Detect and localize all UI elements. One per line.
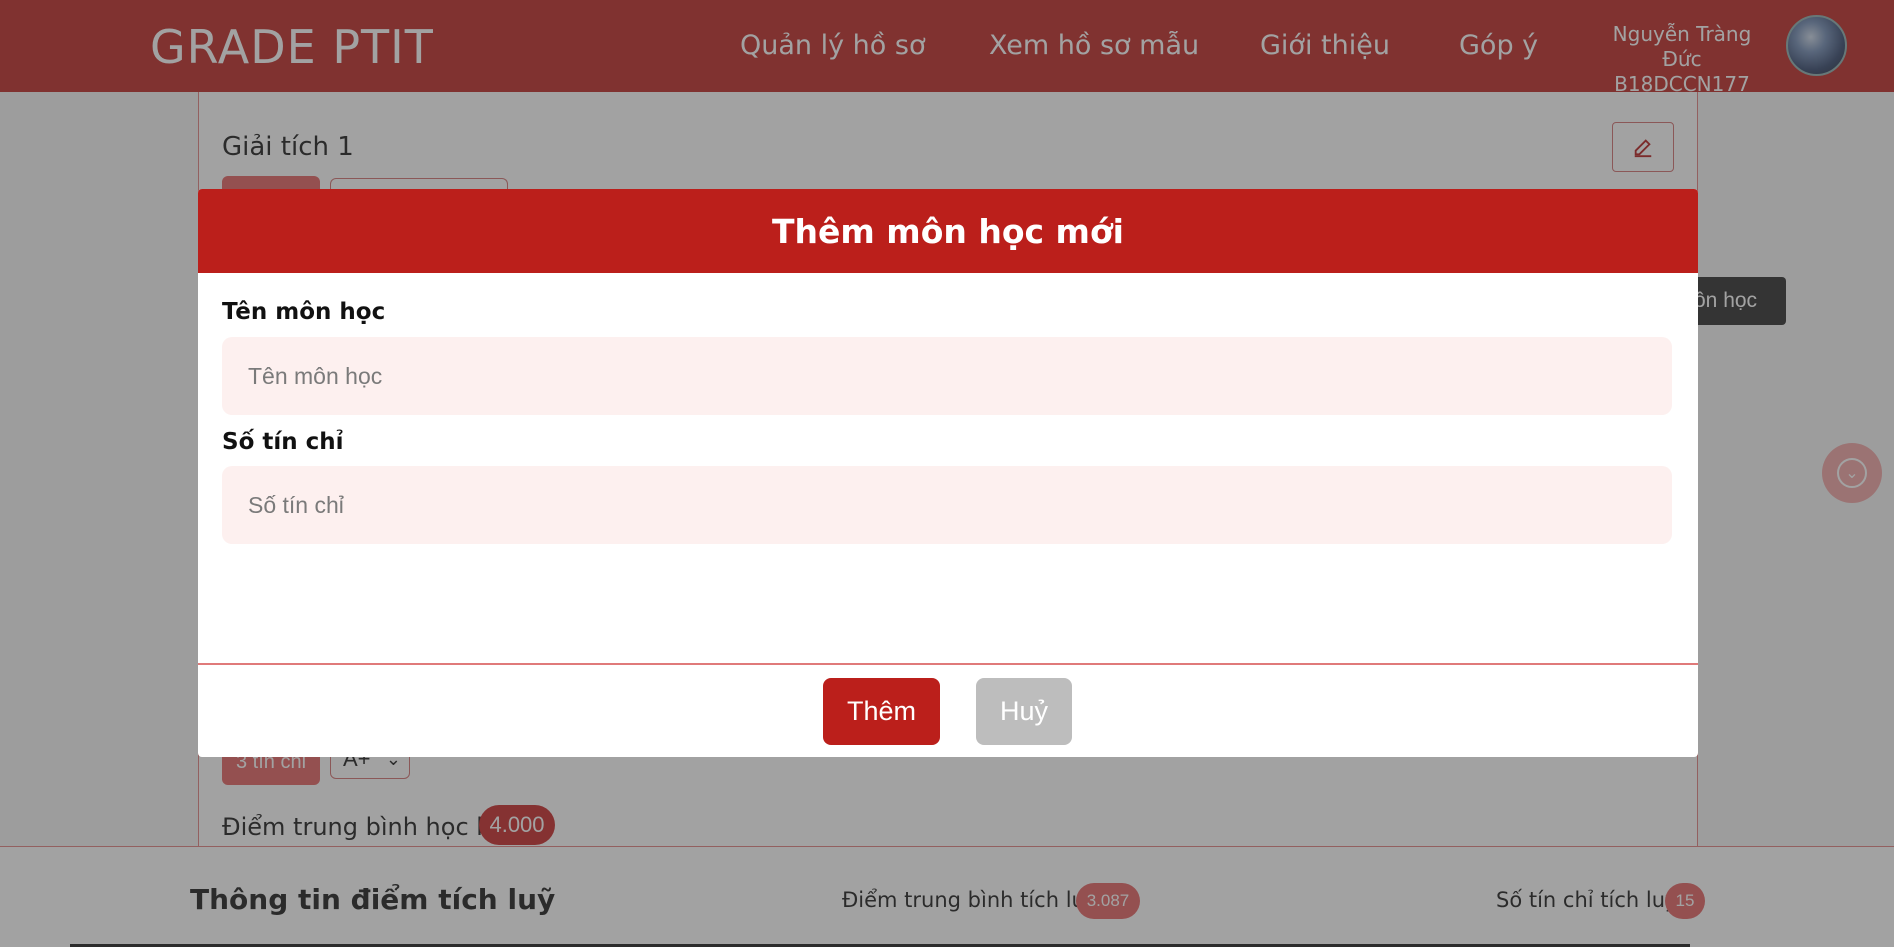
add-button[interactable]: Thêm [823, 678, 940, 745]
modal-title: Thêm môn học mới [772, 211, 1124, 251]
modal-divider [198, 663, 1698, 665]
add-subject-modal: Thêm môn học mới Tên môn học Số tín chỉ … [198, 189, 1698, 757]
cancel-button[interactable]: Huỷ [976, 678, 1072, 745]
modal-header: Thêm môn học mới [198, 189, 1698, 273]
credits-input[interactable] [222, 466, 1672, 544]
subject-name-label: Tên môn học [222, 299, 386, 325]
credits-label: Số tín chỉ [222, 429, 344, 455]
subject-name-input[interactable] [222, 337, 1672, 415]
